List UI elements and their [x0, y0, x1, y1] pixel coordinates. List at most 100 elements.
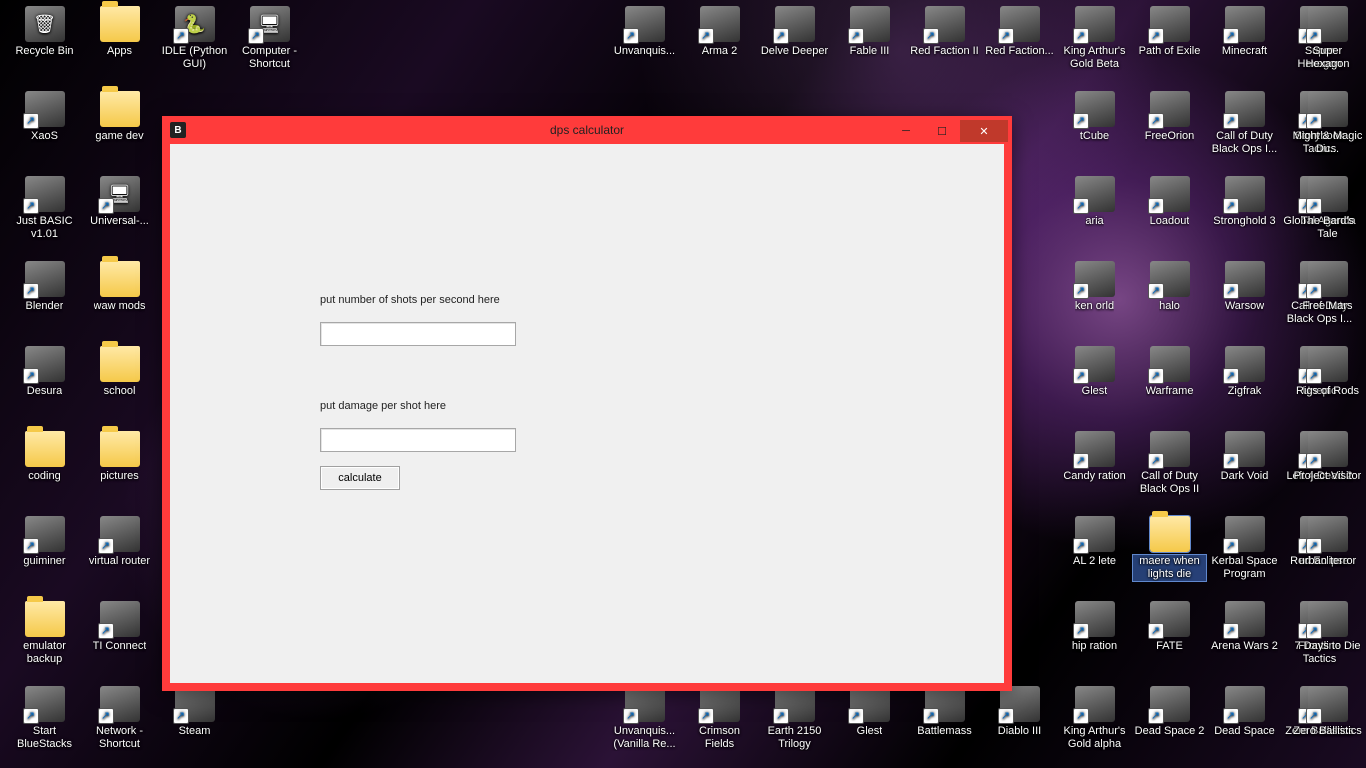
desktop-icon[interactable]: The Bard's Tale: [1291, 174, 1364, 259]
desktop-icon[interactable]: Dead Space 2: [1133, 684, 1206, 768]
shots-per-second-input[interactable]: [320, 322, 516, 346]
desktop-icon[interactable]: Glest: [1058, 344, 1131, 429]
desktop-icon[interactable]: 🖥Universal-...: [83, 174, 156, 259]
desktop-icon-label: Dead Space: [1214, 725, 1275, 738]
window-client-area: put number of shots per second here put …: [170, 144, 1004, 683]
desktop-icon[interactable]: tCube: [1058, 89, 1131, 174]
folder-icon: [100, 431, 140, 467]
desktop-icon[interactable]: Warframe: [1133, 344, 1206, 429]
desktop-icon[interactable]: Steam: [158, 684, 231, 768]
shortcut-icon: [1308, 346, 1348, 382]
desktop-icon[interactable]: 🖥Computer - Shortcut: [233, 4, 306, 89]
desktop-icon[interactable]: Warsow: [1208, 259, 1281, 344]
titlebar[interactable]: B dps calculator ─ ☐ ✕: [162, 116, 1012, 144]
desktop-icon[interactable]: Desura: [8, 344, 81, 429]
desktop-icon[interactable]: Unvanquis...: [608, 4, 681, 89]
desktop-icon[interactable]: Call of Duty Black Ops II: [1133, 429, 1206, 514]
desktop-icon[interactable]: Blender: [8, 259, 81, 344]
desktop-icon[interactable]: Zigfrak: [1208, 344, 1281, 429]
shortcut-icon: [1150, 261, 1190, 297]
desktop-icon[interactable]: Stronghold 3: [1208, 174, 1281, 259]
desktop-icon[interactable]: FreeOrion: [1133, 89, 1206, 174]
desktop-icon-label: Desura: [27, 385, 62, 398]
desktop-icon[interactable]: school: [83, 344, 156, 429]
desktop-icon[interactable]: Minecraft: [1208, 4, 1281, 89]
desktop-icon[interactable]: Delve Deeper: [758, 4, 831, 89]
desktop-icon[interactable]: 7 Days to Die: [1291, 599, 1364, 684]
desktop-icon-label: King Arthur's Gold alpha: [1058, 725, 1131, 751]
shortcut-icon: [925, 6, 965, 42]
desktop-icon[interactable]: Call of Duty Black Ops I...: [1208, 89, 1281, 174]
shortcut-icon: 🐍: [175, 6, 215, 42]
shortcut-icon: [1308, 261, 1348, 297]
desktop-icon[interactable]: Candy ration: [1058, 429, 1131, 514]
desktop-icon[interactable]: Arena Wars 2: [1208, 599, 1281, 684]
desktop-icon[interactable]: Unvanquis... (Vanilla Re...: [608, 684, 681, 768]
desktop-icon[interactable]: waw mods: [83, 259, 156, 344]
close-button[interactable]: ✕: [960, 120, 1008, 142]
desktop-icon[interactable]: Battlemass: [908, 684, 981, 768]
shortcut-icon: [1150, 6, 1190, 42]
desktop-icon[interactable]: guiminer: [8, 514, 81, 599]
desktop-icon[interactable]: aria: [1058, 174, 1131, 259]
calculate-button[interactable]: calculate: [320, 466, 400, 490]
desktop-icon[interactable]: Diablo III: [983, 684, 1056, 768]
desktop-icon[interactable]: game dev: [83, 89, 156, 174]
desktop-icon-label: Warframe: [1146, 385, 1194, 398]
desktop-icon[interactable]: maere when lights die: [1133, 514, 1206, 599]
desktop-icon[interactable]: Glest: [833, 684, 906, 768]
desktop-icon[interactable]: Zero Ballistics: [1291, 684, 1364, 768]
desktop-icon[interactable]: Red Faction II: [908, 4, 981, 89]
desktop-icon[interactable]: Apps: [83, 4, 156, 89]
shortcut-icon: [25, 346, 65, 382]
desktop-icon[interactable]: hip ration: [1058, 599, 1131, 684]
desktop-icon[interactable]: AL 2 lete: [1058, 514, 1131, 599]
desktop-icon[interactable]: Arma 2: [683, 4, 756, 89]
desktop-background: 🗑Recycle BinApps🐍IDLE (Python GUI)🖥Compu…: [0, 0, 1366, 768]
desktop-icon[interactable]: Red Faction...: [983, 4, 1056, 89]
desktop-icon[interactable]: Earth 2150 Trilogy: [758, 684, 831, 768]
desktop-icon[interactable]: virtual router: [83, 514, 156, 599]
desktop-icon[interactable]: Path of Exile: [1133, 4, 1206, 89]
desktop-icon-label: ken orld: [1075, 300, 1114, 313]
desktop-icon-label: school: [104, 385, 136, 398]
desktop-icon[interactable]: King Arthur's Gold Beta: [1058, 4, 1131, 89]
shortcut-icon: [1150, 431, 1190, 467]
minimize-button[interactable]: ─: [888, 120, 924, 142]
desktop-icon[interactable]: Super Hexagon: [1291, 4, 1364, 89]
desktop-icon[interactable]: Crimson Fields: [683, 684, 756, 768]
desktop-icon[interactable]: TI Connect: [83, 599, 156, 684]
desktop-icon[interactable]: Free Mars: [1291, 259, 1364, 344]
desktop-icon[interactable]: emulator backup: [8, 599, 81, 684]
desktop-icon[interactable]: Network - Shortcut: [83, 684, 156, 768]
desktop-icon[interactable]: halo: [1133, 259, 1206, 344]
desktop-icon[interactable]: 🐍IDLE (Python GUI): [158, 4, 231, 89]
desktop-icon[interactable]: Start BlueStacks: [8, 684, 81, 768]
desktop-icon[interactable]: ken orld: [1058, 259, 1131, 344]
desktop-icon-label: Might & Magic Du...: [1291, 130, 1364, 156]
damage-per-shot-input[interactable]: [320, 428, 516, 452]
maximize-button[interactable]: ☐: [924, 120, 960, 142]
desktop-icon[interactable]: Dead Space: [1208, 684, 1281, 768]
desktop-icon[interactable]: Fable III: [833, 4, 906, 89]
desktop-icon[interactable]: XaoS: [8, 89, 81, 174]
desktop-icon[interactable]: 🗑Recycle Bin: [8, 4, 81, 89]
desktop-icon-label: AL 2 lete: [1073, 555, 1116, 568]
shortcut-icon: [175, 686, 215, 722]
shortcut-icon: [700, 6, 740, 42]
desktop-icon[interactable]: Just BASIC v1.01: [8, 174, 81, 259]
desktop-icon[interactable]: King Arthur's Gold alpha: [1058, 684, 1131, 768]
desktop-icon[interactable]: Loadout: [1133, 174, 1206, 259]
window-controls: ─ ☐ ✕: [888, 120, 1008, 142]
desktop-icon[interactable]: urban terror: [1291, 514, 1364, 599]
desktop-icon[interactable]: coding: [8, 429, 81, 514]
desktop-icon[interactable]: Kerbal Space Program: [1208, 514, 1281, 599]
desktop-icon[interactable]: Might & Magic Du...: [1291, 89, 1364, 174]
desktop-icon[interactable]: pictures: [83, 429, 156, 514]
desktop-icon[interactable]: Rigs of Rods: [1291, 344, 1364, 429]
desktop-icon[interactable]: FATE: [1133, 599, 1206, 684]
shortcut-icon: [775, 6, 815, 42]
desktop-icon-label: FreeOrion: [1145, 130, 1195, 143]
desktop-icon[interactable]: Dark Void: [1208, 429, 1281, 514]
desktop-icon[interactable]: Project Visitor: [1291, 429, 1364, 514]
